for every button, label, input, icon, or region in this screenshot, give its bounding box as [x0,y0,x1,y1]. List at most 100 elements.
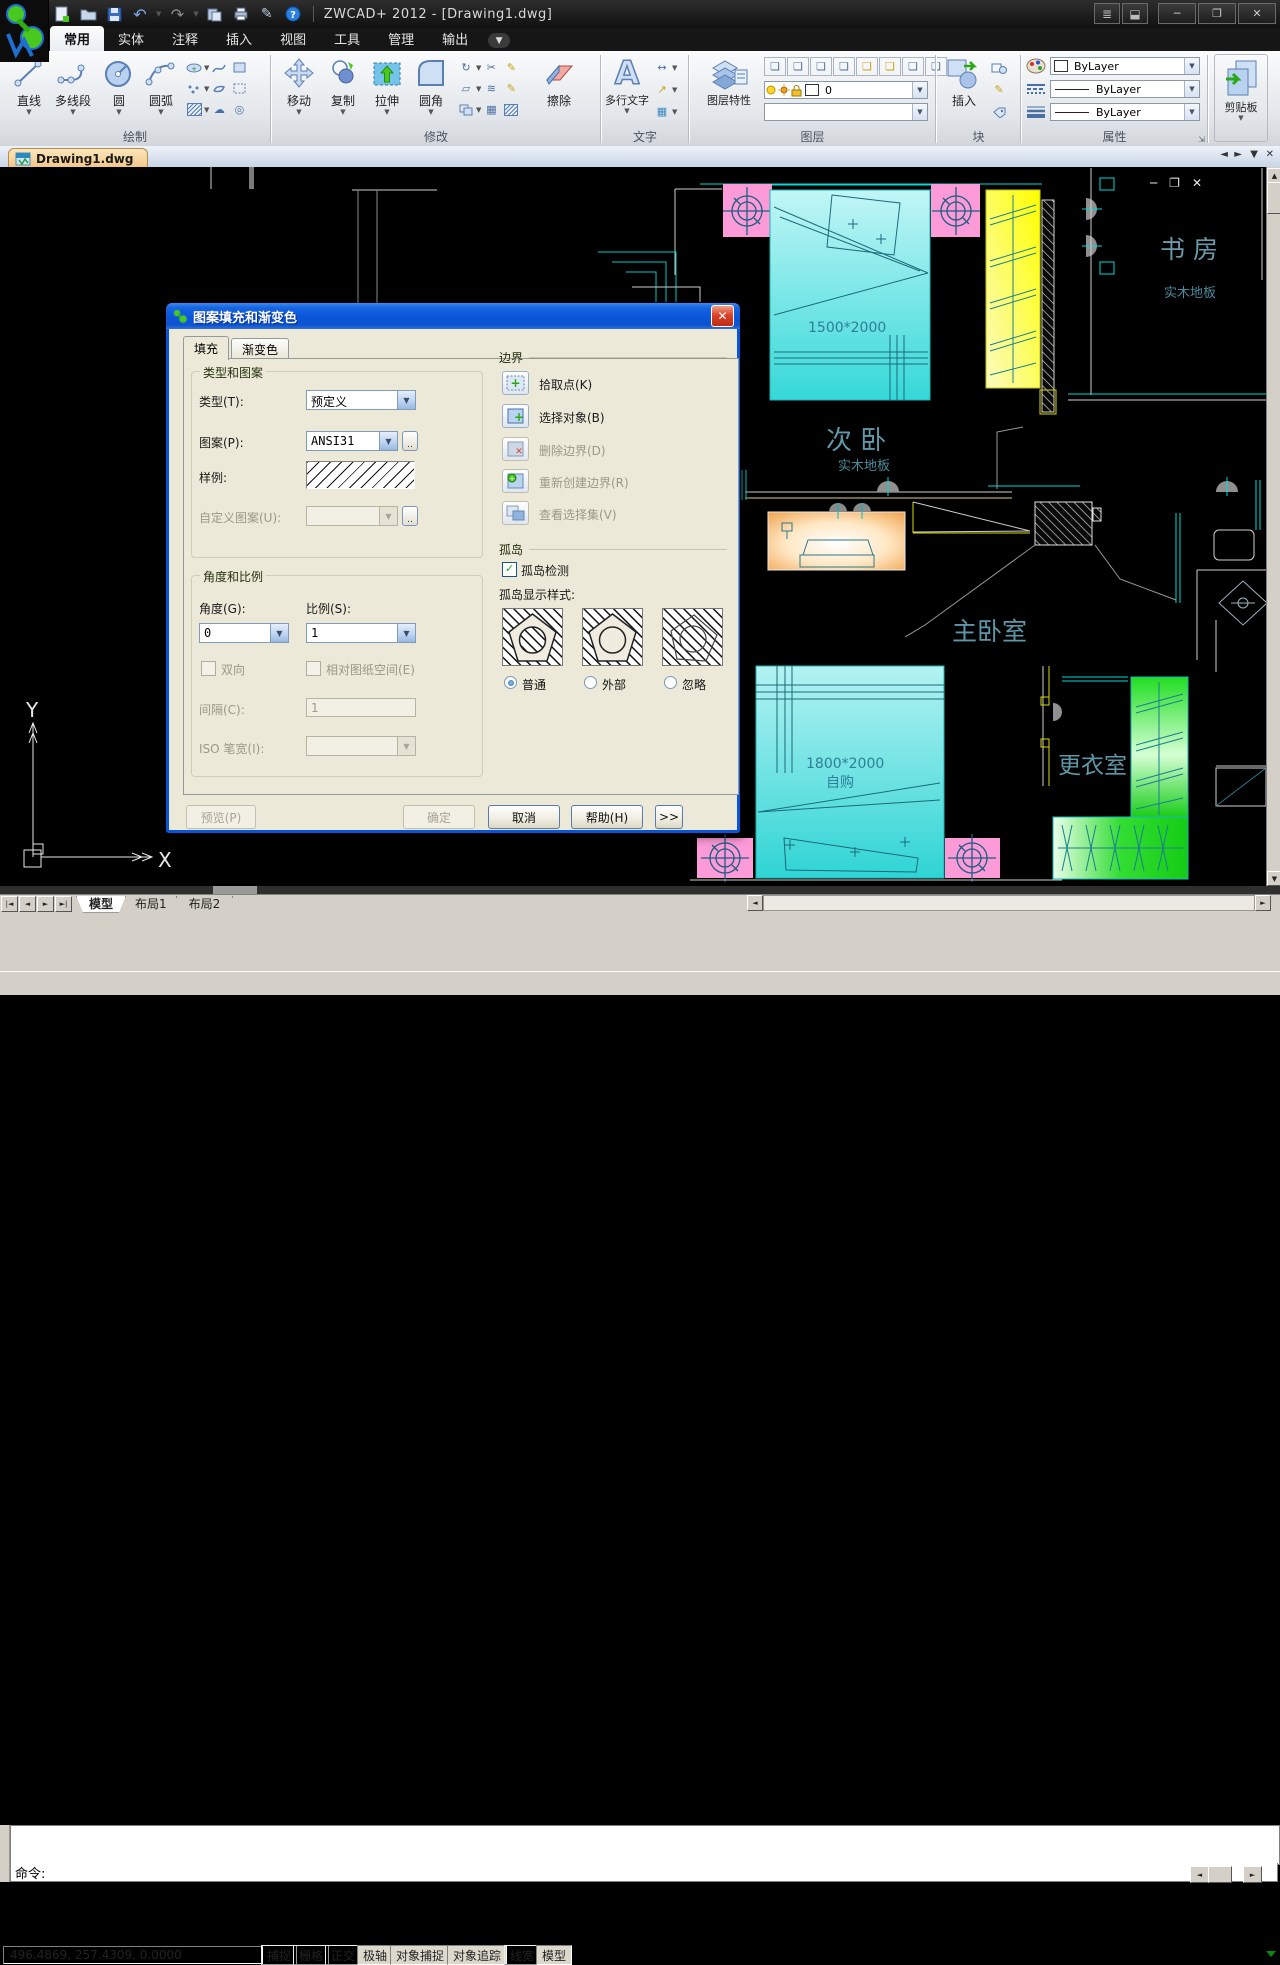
pattern-browse-button[interactable]: .. [402,431,418,451]
canvas-hscroll-thumb[interactable] [213,886,257,894]
layer-tool-icon[interactable]: ❏ [787,57,809,76]
region-icon[interactable] [209,80,229,97]
save-icon[interactable] [104,4,124,24]
grid-toggle[interactable]: 栅格 [293,1945,329,1965]
tab-first-icon[interactable]: |◄ [1,896,18,912]
cmd-scroll-left-icon[interactable]: ◄ [1190,1866,1209,1883]
lineweight-combo-arrow-icon[interactable]: ▼ [1184,104,1199,120]
statusbar-menu-arrow-icon[interactable] [1266,1951,1276,1957]
document-tab[interactable]: Drawing1.dwg [8,148,148,168]
table-icon[interactable]: ▦ [652,103,672,120]
hscroll-left-icon[interactable]: ◄ [747,895,763,911]
island-normal-label[interactable]: 普通 [522,676,546,693]
ribbon-tab-view[interactable]: 视图 [266,26,320,51]
layer-tool-icon[interactable]: ❏ [902,57,924,76]
help-button[interactable]: 帮助(H) [571,805,643,829]
panel-launcher-icon[interactable]: ⇲ [1198,135,1205,144]
tab-last-icon[interactable]: ►| [55,896,72,912]
layer-properties-button[interactable]: 图层特性 [698,54,760,132]
rotate-icon[interactable]: ↻ [456,59,476,76]
move-button[interactable]: 移动▼ [278,54,320,132]
hatch-icon[interactable] [184,101,204,118]
donut-icon[interactable]: ◎ [229,101,249,118]
vertical-scrollbar[interactable]: ▲ ▼ [1266,167,1280,886]
undo-icon[interactable]: ↶ [130,4,150,24]
angle-combo[interactable]: 0 ▼ [199,623,289,643]
insert-button[interactable]: 插入 [943,54,985,132]
boundary-icon[interactable] [229,80,249,97]
edit-block-icon[interactable]: ✎ [989,81,1009,98]
dialog-title-bar[interactable]: 图案填充和渐变色 ✕ [166,303,740,329]
command-history[interactable] [10,1825,1280,1865]
line-button[interactable]: 直线▼ [8,54,50,132]
workspace-switch-icon[interactable]: ⬓ [1122,3,1148,24]
erase-button[interactable]: 擦除 [538,54,580,132]
color-combo-arrow-icon[interactable]: ▼ [1184,58,1199,74]
ellipse-icon[interactable]: + [184,59,204,76]
layer-tool-icon[interactable]: ❏ [810,57,832,76]
arc-button[interactable]: 圆弧▼ [140,54,182,132]
model-toggle[interactable]: 模型 [536,1945,572,1965]
ribbon-tab-tools[interactable]: 工具 [320,26,374,51]
spline-icon[interactable] [209,59,229,76]
ribbon-tab-solid[interactable]: 实体 [104,26,158,51]
create-block-icon[interactable] [989,59,1009,76]
cancel-button[interactable]: 取消 [488,805,560,829]
undo-dropdown-icon[interactable]: ▼ [156,11,161,17]
pattern-combo-arrow-icon[interactable]: ▼ [379,432,397,450]
scale-combo[interactable]: 1 ▼ [306,623,416,643]
pick-points-label[interactable]: 拾取点(K) [539,376,592,393]
print-icon[interactable] [231,4,251,24]
scale-combo-arrow-icon[interactable]: ▼ [397,624,415,642]
fillet-button[interactable]: 圆角▼ [410,54,452,132]
doc-restore-icon[interactable]: ❐ [1169,176,1180,190]
expand-button[interactable]: >> [655,805,683,829]
select-objects-label[interactable]: 选择对象(B) [539,409,605,426]
select-objects-icon[interactable]: + [502,404,529,428]
canvas-hscrollbar[interactable] [0,886,1280,894]
scroll-down-icon[interactable]: ▼ [1267,871,1280,886]
stretch-button[interactable]: 拉伸▼ [366,54,408,132]
type-combo-arrow-icon[interactable]: ▼ [397,391,415,409]
lineweight-toggle[interactable]: 线宽 [504,1945,540,1965]
pick-points-icon[interactable]: + [502,371,529,395]
leader-icon[interactable]: ↗ [652,81,672,98]
ribbon-tab-output[interactable]: 输出 [428,26,482,51]
doc-minimize-icon[interactable]: ─ [1150,176,1157,190]
island-detect-checkbox[interactable]: ✓ [502,562,517,577]
app-logo[interactable] [0,0,49,62]
tab-next-icon[interactable]: ► [37,896,54,912]
linetype-combo-arrow-icon[interactable]: ▼ [1184,81,1199,97]
menu-list-icon[interactable]: ≣ [1094,3,1120,24]
redo-icon[interactable]: ↷ [167,4,187,24]
scroll-up-icon[interactable]: ▲ [1267,168,1280,183]
angle-combo-arrow-icon[interactable]: ▼ [270,624,288,642]
tab-hatch[interactable]: 填充 [183,336,229,360]
clip-icon[interactable]: ✂ [481,59,501,76]
layer-filter-combo[interactable]: ▼ [764,103,928,121]
doctab-prev-icon[interactable]: ◄ [1220,149,1228,160]
layer-filter-arrow-icon[interactable]: ▼ [912,104,927,120]
tab-model[interactable]: 模型 [76,896,126,913]
lineweight-combo[interactable]: ByLayer ▼ [1050,103,1200,121]
command-input[interactable]: 命令: [10,1863,1278,1882]
new-file-icon[interactable] [52,4,72,24]
island-normal-radio[interactable] [504,676,517,689]
command-splitter[interactable] [0,1825,10,1882]
hscroll-thumb[interactable] [763,895,1255,911]
close-button[interactable]: ✕ [1238,3,1276,24]
attribute-icon[interactable] [989,103,1009,120]
island-detect-label[interactable]: 孤岛检测 [521,562,569,579]
island-outer-image[interactable] [582,608,643,666]
otrack-toggle[interactable]: 对象追踪 [447,1945,507,1965]
offset-icon[interactable] [456,101,476,118]
plot-icon[interactable] [205,4,225,24]
minimize-button[interactable]: ─ [1158,3,1196,24]
osnap-toggle[interactable]: 对象捕捉 [390,1945,450,1965]
mtext-button[interactable]: A 多行文字▼ [604,54,650,132]
tab-prev-icon[interactable]: ◄ [19,896,36,912]
doc-close-icon[interactable]: ✕ [1192,176,1202,190]
revcloud-icon[interactable]: ☁ [209,101,229,118]
custom-browse-button[interactable]: .. [402,506,418,526]
island-outer-label[interactable]: 外部 [602,676,626,693]
